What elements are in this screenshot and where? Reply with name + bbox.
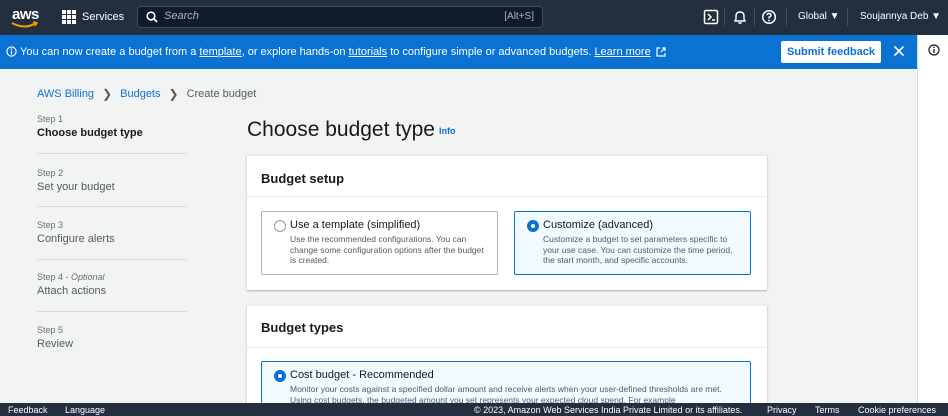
external-link-icon <box>656 47 666 57</box>
flashbar-message: You can now create a budget from a templ… <box>20 46 666 58</box>
footer-copyright: © 2023, Amazon Web Services India Privat… <box>474 405 743 415</box>
step-label: Step 3 <box>37 220 64 230</box>
breadcrumb: AWS Billing ❯ Budgets ❯ Create budget <box>37 87 256 101</box>
footer: Feedback Language © 2023, Amazon Web Ser… <box>0 403 948 416</box>
step-label: Step 4 - Optional <box>37 272 213 282</box>
cloudshell-icon[interactable] <box>703 9 719 25</box>
step-divider <box>37 259 187 260</box>
footer-feedback-link[interactable]: Feedback <box>8 405 48 415</box>
step-name: Configure alerts <box>37 233 115 245</box>
step-label: Step 1 <box>37 114 64 124</box>
chevron-right-icon: ❯ <box>102 87 113 101</box>
flash-text: You can now create a budget from a <box>20 46 200 58</box>
option-title: Cost budget - Recommended <box>290 369 434 381</box>
tutorials-link[interactable]: tutorials <box>349 46 388 58</box>
step-name: Choose budget type <box>37 127 143 139</box>
step-name: Review <box>37 338 74 350</box>
budget-setup-header: Budget setup <box>261 171 345 186</box>
region-selector[interactable]: Global ▼ <box>798 11 840 22</box>
footer-privacy-link[interactable]: Privacy <box>767 405 797 415</box>
close-icon[interactable] <box>893 45 905 57</box>
step-label-text: Step 4 - <box>37 272 72 282</box>
step-4: Step 4 - Optional Attach actions <box>37 272 213 297</box>
option-title: Use a template (simplified) <box>290 219 421 231</box>
step-3: Step 3 Configure alerts <box>37 220 213 245</box>
cost-budget-radio[interactable] <box>274 370 286 382</box>
help-panel-rail <box>917 35 948 406</box>
search-icon <box>146 11 158 23</box>
option-description: Use the recommended configurations. You … <box>290 234 484 265</box>
customize-radio[interactable] <box>527 220 539 232</box>
step-2: Step 2 Set your budget <box>37 168 213 193</box>
account-menu[interactable]: Soujannya Deb ▼ <box>860 11 941 22</box>
panel-divider <box>247 196 767 197</box>
customize-option-tile[interactable]: Customize (advanced) Customize a budget … <box>514 211 751 275</box>
step-divider <box>37 206 187 207</box>
aws-smile-icon <box>11 21 39 28</box>
panel-divider <box>247 347 767 348</box>
template-option-tile[interactable]: Use a template (simplified) Use the reco… <box>261 211 498 275</box>
page-title: Choose budget type Info <box>247 118 455 142</box>
nav-separator <box>724 8 725 26</box>
page-title-text: Choose budget type <box>247 118 435 141</box>
help-panel-info-icon[interactable] <box>928 44 940 56</box>
search-bar[interactable]: [Alt+S] <box>137 6 543 28</box>
search-shortcut: [Alt+S] <box>504 11 534 22</box>
budget-types-panel: Budget types Cost budget - Recommended M… <box>247 305 767 411</box>
footer-terms-link[interactable]: Terms <box>815 405 840 415</box>
help-icon[interactable] <box>761 9 777 25</box>
nav-separator <box>786 8 787 26</box>
step-divider <box>37 153 187 154</box>
top-navigation: aws Services [Alt+S] Global ▼ Sou <box>0 0 948 35</box>
step-label: Step 2 <box>37 168 64 178</box>
chevron-right-icon: ❯ <box>168 87 179 101</box>
breadcrumb-current: Create budget <box>186 88 257 100</box>
flash-text: to configure simple or advanced budgets. <box>387 46 595 58</box>
footer-cookie-preferences-link[interactable]: Cookie preferences <box>858 405 936 415</box>
search-input[interactable] <box>164 10 424 22</box>
budget-setup-panel: Budget setup Use a template (simplified)… <box>247 155 767 290</box>
option-title: Customize (advanced) <box>543 219 654 231</box>
step-5: Step 5 Review <box>37 325 213 350</box>
breadcrumb-budgets[interactable]: Budgets <box>120 88 160 100</box>
step-name: Set your budget <box>37 181 115 193</box>
nav-separator <box>754 8 755 26</box>
aws-logo[interactable]: aws <box>8 5 44 29</box>
breadcrumb-aws-billing[interactable]: AWS Billing <box>37 88 94 100</box>
step-name: Attach actions <box>37 285 107 297</box>
notifications-bell-icon[interactable] <box>732 9 748 25</box>
services-grid-icon <box>62 10 76 24</box>
option-description: Customize a budget to set parameters spe… <box>543 234 733 265</box>
info-link[interactable]: Info <box>439 126 456 136</box>
nav-separator <box>847 8 848 26</box>
flash-text: , or explore hands-on <box>241 46 349 58</box>
learn-more-link[interactable]: Learn more <box>594 46 650 58</box>
step-divider <box>37 311 187 312</box>
step-1[interactable]: Step 1 Choose budget type <box>37 114 213 139</box>
footer-language-link[interactable]: Language <box>65 405 105 415</box>
info-flashbar: You can now create a budget from a templ… <box>0 35 917 69</box>
services-menu[interactable]: Services <box>62 5 124 29</box>
submit-feedback-button[interactable]: Submit feedback <box>781 41 881 63</box>
services-label: Services <box>82 11 125 23</box>
budget-types-header: Budget types <box>261 320 344 335</box>
info-circle-icon <box>6 46 17 57</box>
option-description: Monitor your costs against a specified d… <box>290 384 722 405</box>
template-radio[interactable] <box>274 220 286 232</box>
step-label: Step 5 <box>37 325 64 335</box>
step-optional: Optional <box>71 272 105 282</box>
template-link[interactable]: template <box>199 46 241 58</box>
